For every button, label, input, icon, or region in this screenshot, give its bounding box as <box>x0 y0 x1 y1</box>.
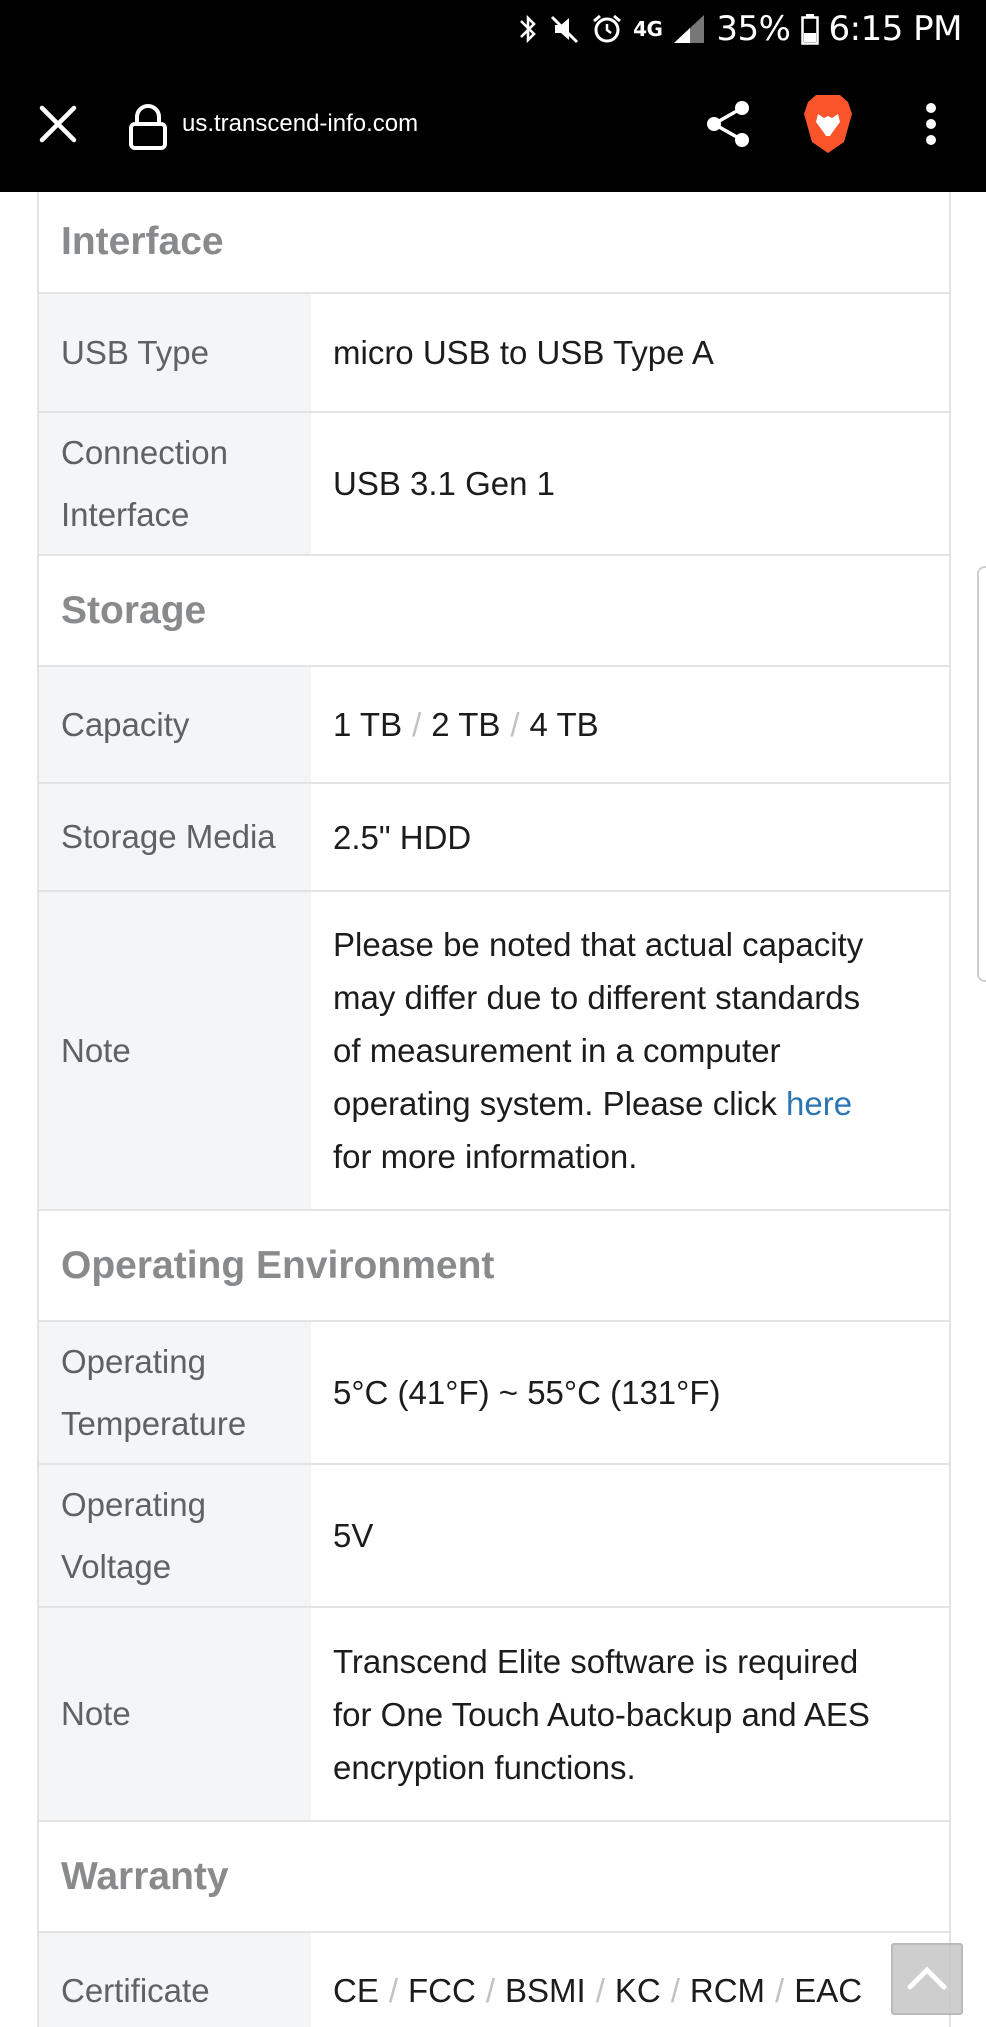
chevron-up-icon <box>905 1962 949 1997</box>
bluetooth-icon <box>517 12 539 46</box>
section-title-storage: Storage <box>39 556 949 667</box>
share-icon[interactable] <box>700 96 756 152</box>
page-content: Interface USB Type micro USB to USB Type… <box>0 192 986 2027</box>
spec-value: 1 TB/2 TB/4 TB <box>333 706 599 743</box>
spec-label: Operating Voltage <box>39 1465 311 1606</box>
browser-toolbar: us.transcend-info.com <box>0 58 986 192</box>
table-row: Note Please be noted that actual capacit… <box>39 892 949 1211</box>
spec-label: Capacity <box>39 667 311 782</box>
table-row: Operating Temperature 5°C (41°F) ~ 55°C (… <box>39 1322 949 1465</box>
table-row: Connection Interface USB 3.1 Gen 1 <box>39 413 949 556</box>
table-row: Certificate CE / FCC / BSMI / KC / RCM / EAC <box>39 1933 949 2027</box>
spec-label: Note <box>39 1608 311 1820</box>
spec-label: Operating Temperature <box>39 1322 311 1463</box>
spec-value: 2.5" HDD <box>333 818 472 856</box>
status-icons: 4G 35% 6:15 PM <box>517 6 962 52</box>
table-row: Note Transcend Elite software is require… <box>39 1608 949 1822</box>
table-row: USB Type micro USB to USB Type A <box>39 294 949 413</box>
here-link[interactable]: here <box>786 1085 852 1122</box>
clock: 6:15 PM <box>828 9 963 49</box>
spec-value: micro USB to USB Type A <box>333 334 714 371</box>
spec-label: Certificate <box>39 1933 311 2027</box>
spec-value: CE / FCC / BSMI / KC / RCM / EAC <box>333 1972 863 2009</box>
brave-lion-icon[interactable] <box>800 92 856 156</box>
spec-value: 5V <box>333 1517 374 1554</box>
table-row: Storage Media 2.5" HDD <box>39 784 949 892</box>
signal-icon <box>672 13 706 45</box>
spec-label: USB Type <box>39 294 311 411</box>
more-vertical-icon[interactable] <box>912 96 950 152</box>
table-row: Operating Voltage 5V <box>39 1465 949 1608</box>
section-title-interface: Interface <box>39 192 949 294</box>
section-title-warranty: Warranty <box>39 1822 949 1933</box>
network-type: 4G <box>633 17 663 41</box>
page-scroll-handle[interactable] <box>977 566 986 982</box>
mute-icon <box>549 13 581 45</box>
address-bar-url[interactable]: us.transcend-info.com <box>182 110 418 138</box>
spec-value: USB 3.1 Gen 1 <box>333 465 555 502</box>
spec-label: Connection Interface <box>39 413 311 554</box>
alarm-icon <box>591 13 623 45</box>
spec-label: Note <box>39 892 311 1209</box>
scroll-to-top-button[interactable] <box>891 1943 963 2015</box>
battery-percent: 35% <box>716 9 791 49</box>
spec-value: Please be noted that actual capacity may… <box>333 926 864 1175</box>
spec-table: Interface USB Type micro USB to USB Type… <box>37 192 951 2027</box>
battery-icon <box>800 13 819 45</box>
spec-value: Transcend Elite software is required for… <box>333 1642 870 1786</box>
status-bar: 4G 35% 6:15 PM <box>0 0 986 58</box>
section-title-operating-environment: Operating Environment <box>39 1211 949 1322</box>
lock-icon <box>126 102 170 152</box>
spec-label: Storage Media <box>39 784 311 890</box>
table-row: Capacity 1 TB/2 TB/4 TB <box>39 667 949 784</box>
spec-value: 5°C (41°F) ~ 55°C (131°F) <box>333 1374 721 1411</box>
close-icon[interactable] <box>30 96 86 152</box>
